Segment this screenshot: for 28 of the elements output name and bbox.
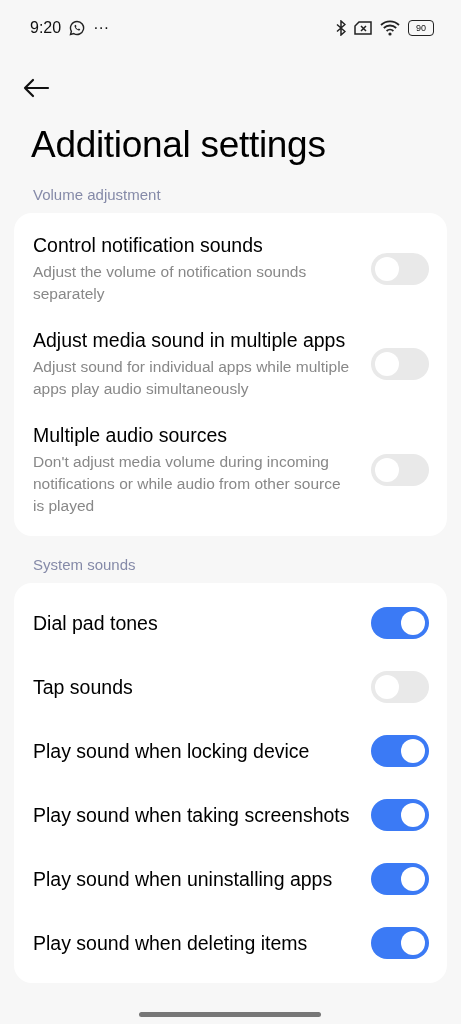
toggle-switch[interactable] [371, 927, 429, 959]
more-indicator: ··· [93, 19, 110, 37]
setting-title: Dial pad tones [33, 611, 159, 636]
setting-description: Adjust the volume of notification sounds separately [33, 262, 308, 304]
toggle-switch[interactable] [371, 735, 429, 767]
setting-title: Play sound when locking device [33, 739, 311, 764]
setting-title: Adjust media sound in multiple apps [33, 328, 347, 353]
chat-icon [69, 20, 86, 36]
toggle-switch[interactable] [371, 863, 429, 895]
setting-title: Play sound when deleting items [33, 931, 309, 956]
page-title: Additional settings [31, 124, 327, 166]
toggle-switch[interactable] [371, 607, 429, 639]
section-header: System sounds [33, 556, 137, 573]
setting-title: Tap sounds [33, 675, 134, 700]
setting-description: Adjust sound for individual apps while multiple apps play audio simultaneously [33, 357, 351, 399]
battery-level: 90 [408, 20, 434, 36]
back-icon[interactable] [22, 78, 50, 98]
setting-description: Don't adjust media volume during incoming notifications or while audio from other source is played [33, 452, 342, 516]
setting-title: Control notification sounds [33, 233, 264, 258]
status-time: 9:20 [30, 19, 62, 37]
no-sim-icon [354, 21, 372, 35]
section-header: Volume adjustment [33, 186, 162, 203]
setting-title: Multiple audio sources [33, 423, 229, 448]
setting-title: Play sound when uninstalling apps [33, 867, 334, 892]
bluetooth-icon [336, 20, 346, 36]
wifi-icon [380, 20, 400, 36]
setting-title: Play sound when taking screenshots [33, 803, 351, 828]
toggle-switch[interactable] [371, 799, 429, 831]
